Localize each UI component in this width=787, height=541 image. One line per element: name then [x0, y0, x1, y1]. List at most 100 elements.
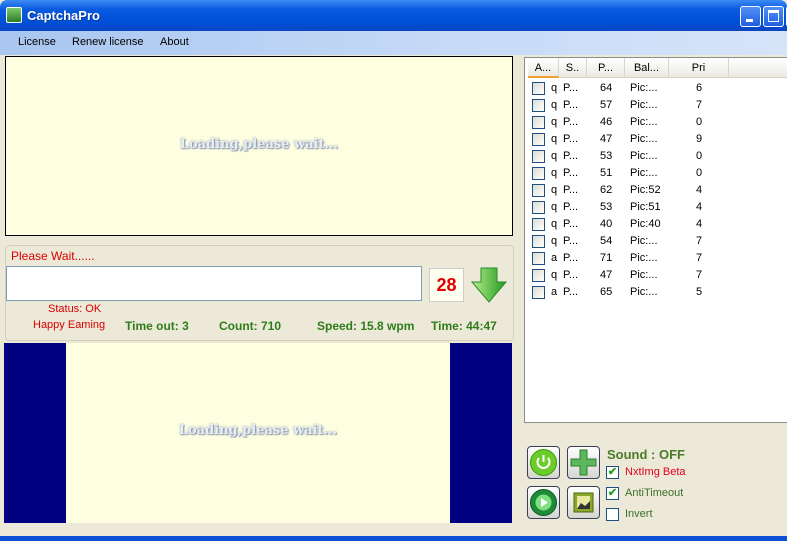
- list-row[interactable]: q P... 53 Pic:... 0: [525, 148, 787, 165]
- row-checkbox[interactable]: [532, 218, 545, 231]
- greeting-text: Happy Eaming: [33, 319, 106, 331]
- row-cell: P...: [563, 133, 579, 145]
- list-row[interactable]: q P... 57 Pic:... 7: [525, 97, 787, 114]
- row-cell: Pic:40: [630, 218, 661, 230]
- row-cell: 65: [600, 286, 613, 298]
- list-row[interactable]: q P... 46 Pic:... 0: [525, 114, 787, 131]
- row-cell: 64: [600, 82, 613, 94]
- row-cell: 47: [600, 269, 613, 281]
- captcha-loading-text: Loading,please wait...: [179, 137, 339, 152]
- column-header-p[interactable]: P...: [587, 58, 625, 78]
- row-cell: q: [551, 99, 558, 111]
- row-cell: q: [551, 150, 558, 162]
- list-row[interactable]: q P... 62 Pic:52 4: [525, 182, 787, 199]
- account-list[interactable]: A... S.. P... Bal... Pri q P... 64 Pic:... 6…: [524, 57, 787, 423]
- row-cell: 57: [600, 99, 613, 111]
- image-icon: [573, 492, 594, 513]
- row-cell: P...: [563, 218, 579, 230]
- play-button[interactable]: [527, 486, 560, 519]
- timeout-label: Time out: 3: [125, 319, 189, 333]
- row-cell: 4: [696, 201, 703, 213]
- add-button[interactable]: [567, 446, 600, 479]
- row-cell: P...: [563, 116, 579, 128]
- preview-panel: Loading,please wait...: [4, 343, 512, 523]
- count-label: Count: 710: [219, 319, 282, 333]
- row-cell: Pic:51: [630, 201, 661, 213]
- option-checkbox[interactable]: ✔: [606, 466, 619, 479]
- row-cell: P...: [563, 252, 579, 264]
- row-cell: q: [551, 235, 558, 247]
- row-cell: 51: [600, 167, 613, 179]
- row-checkbox[interactable]: [532, 116, 545, 129]
- menu-license[interactable]: License: [18, 36, 56, 48]
- list-row[interactable]: q P... 54 Pic:... 7: [525, 233, 787, 250]
- row-cell: 4: [696, 184, 703, 196]
- app-icon: [6, 7, 22, 23]
- countdown-timer: 28: [429, 268, 464, 302]
- row-cell: 5: [696, 286, 703, 298]
- power-icon: [530, 449, 557, 476]
- row-checkbox[interactable]: [532, 286, 545, 299]
- column-header-bal[interactable]: Bal...: [625, 58, 669, 78]
- row-cell: 46: [600, 116, 613, 128]
- minimize-button[interactable]: [740, 6, 761, 27]
- row-cell: 7: [696, 99, 703, 111]
- row-checkbox[interactable]: [532, 167, 545, 180]
- image-button[interactable]: [567, 486, 600, 519]
- row-checkbox[interactable]: [532, 82, 545, 95]
- row-cell: 47: [600, 133, 613, 145]
- row-cell: q: [551, 201, 558, 213]
- column-header-a[interactable]: A...: [528, 58, 559, 78]
- row-cell: P...: [563, 184, 579, 196]
- list-row[interactable]: q P... 64 Pic:... 6: [525, 80, 787, 97]
- captcha-image-panel: Loading,please wait...: [5, 56, 513, 236]
- row-cell: Pic:...: [630, 269, 658, 281]
- option-checkbox[interactable]: ✔: [606, 487, 619, 500]
- row-cell: Pic:...: [630, 252, 658, 264]
- row-cell: q: [551, 133, 558, 145]
- row-cell: Pic:52: [630, 184, 661, 196]
- row-cell: 7: [696, 235, 703, 247]
- row-checkbox[interactable]: [532, 184, 545, 197]
- list-row[interactable]: a P... 65 Pic:... 5: [525, 284, 787, 301]
- option-label: AntiTimeout: [625, 487, 684, 499]
- column-header-s[interactable]: S..: [559, 58, 587, 78]
- row-checkbox[interactable]: [532, 269, 545, 282]
- power-button[interactable]: [527, 446, 560, 479]
- list-row[interactable]: q P... 47 Pic:... 7: [525, 267, 787, 284]
- maximize-button[interactable]: [763, 6, 784, 27]
- list-row[interactable]: q P... 53 Pic:51 4: [525, 199, 787, 216]
- row-cell: Pic:...: [630, 150, 658, 162]
- menu-renew-license[interactable]: Renew license: [72, 36, 144, 48]
- row-cell: Pic:...: [630, 133, 658, 145]
- list-row[interactable]: a P... 71 Pic:... 7: [525, 250, 787, 267]
- column-header-pri[interactable]: Pri: [669, 58, 729, 78]
- row-checkbox[interactable]: [532, 201, 545, 214]
- row-cell: P...: [563, 286, 579, 298]
- column-header-filler: [729, 58, 787, 78]
- row-cell: P...: [563, 99, 579, 111]
- plus-icon: [570, 449, 597, 476]
- time-label: Time: 44:47: [431, 319, 497, 333]
- row-checkbox[interactable]: [532, 252, 545, 265]
- row-cell: 6: [696, 82, 703, 94]
- list-row[interactable]: q P... 51 Pic:... 0: [525, 165, 787, 182]
- row-cell: Pic:...: [630, 167, 658, 179]
- row-cell: Pic:...: [630, 286, 658, 298]
- list-row[interactable]: q P... 40 Pic:40 4: [525, 216, 787, 233]
- row-cell: 4: [696, 218, 703, 230]
- row-checkbox[interactable]: [532, 99, 545, 112]
- row-checkbox[interactable]: [532, 235, 545, 248]
- row-cell: a: [551, 286, 558, 298]
- captcha-answer-input[interactable]: [6, 266, 422, 301]
- row-cell: P...: [563, 82, 579, 94]
- submit-arrow-icon[interactable]: [470, 266, 508, 304]
- option-label: NxtImg Beta: [625, 466, 686, 478]
- menu-about[interactable]: About: [160, 36, 189, 48]
- status-text: Status: OK: [48, 303, 102, 315]
- list-row[interactable]: q P... 47 Pic:... 9: [525, 131, 787, 148]
- option-checkbox[interactable]: [606, 508, 619, 521]
- speed-label: Speed: 15.8 wpm: [317, 319, 415, 333]
- row-checkbox[interactable]: [532, 150, 545, 163]
- row-checkbox[interactable]: [532, 133, 545, 146]
